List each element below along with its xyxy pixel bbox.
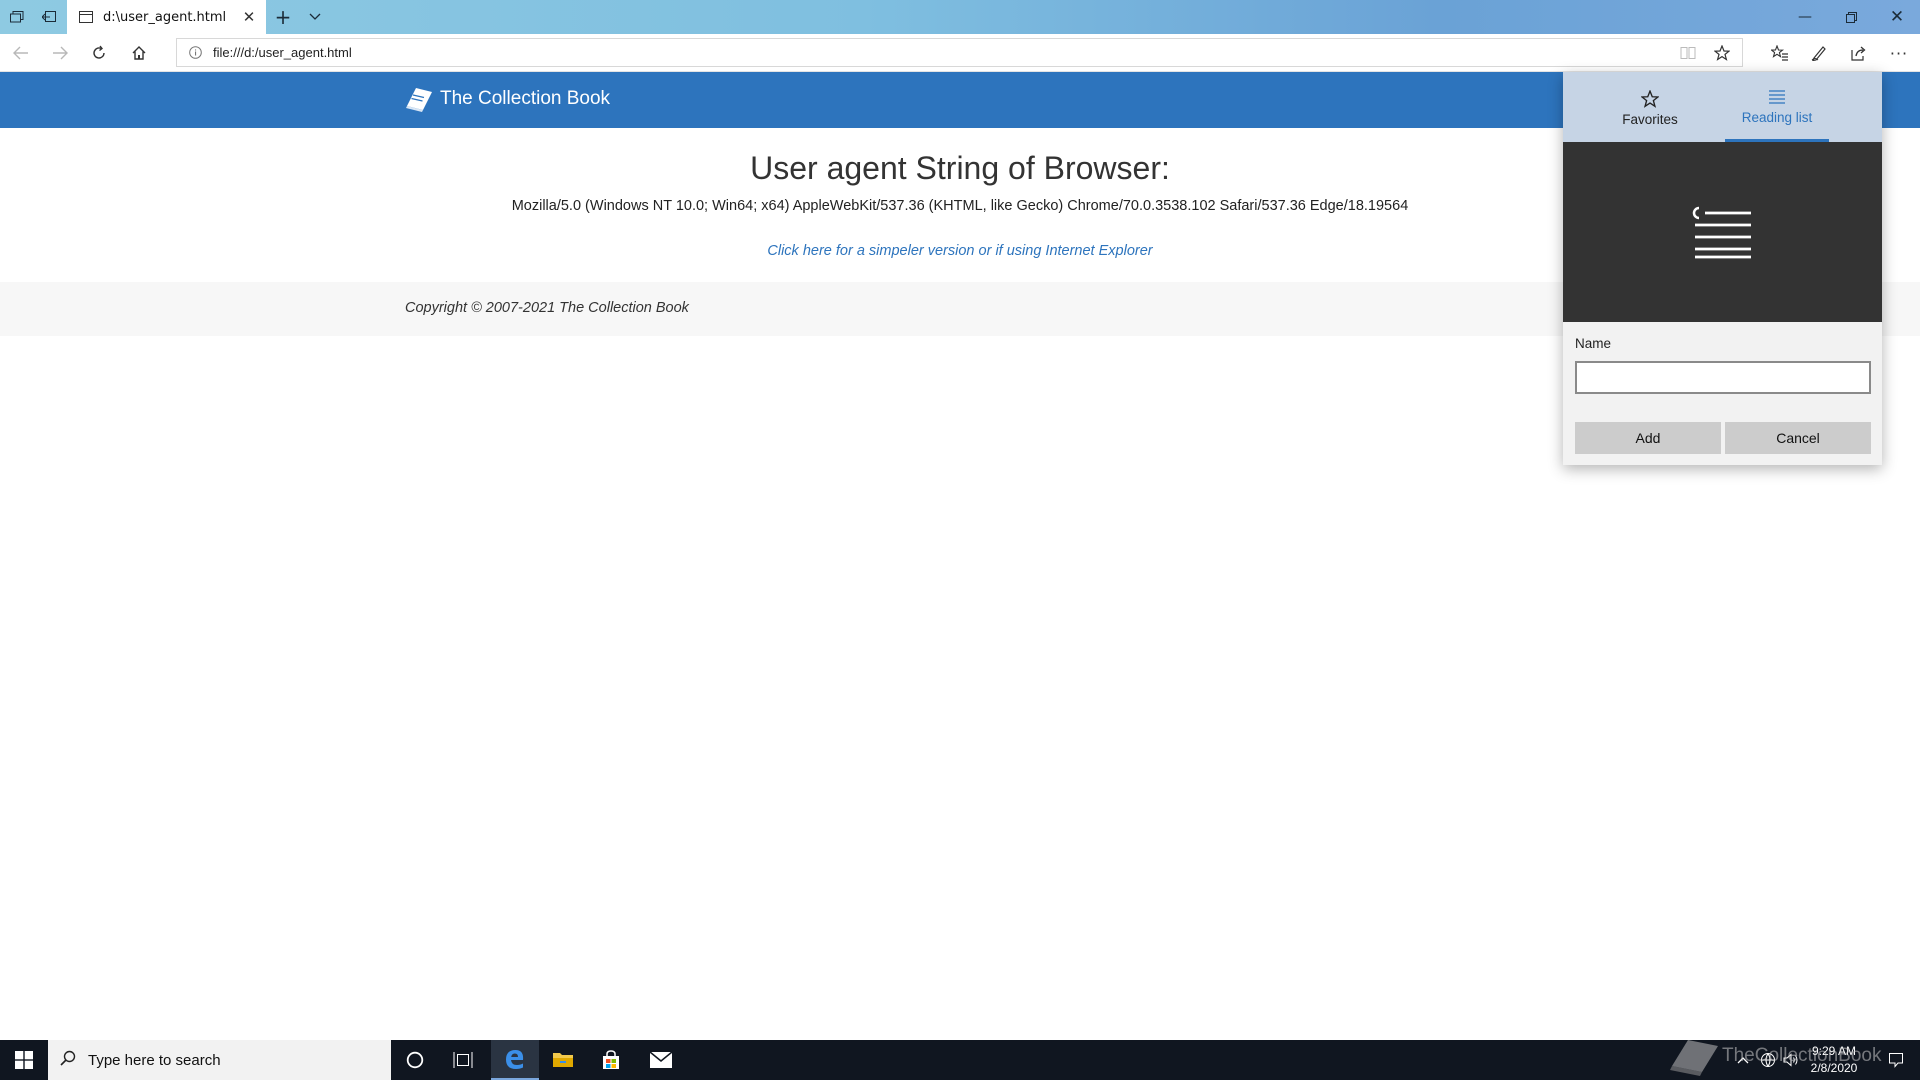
- restore-icon[interactable]: [1828, 0, 1874, 34]
- forward-icon[interactable]: [43, 37, 77, 69]
- tab-reading-list[interactable]: Reading list: [1725, 72, 1829, 142]
- watermark-book-icon: [1670, 1040, 1718, 1076]
- info-icon[interactable]: [177, 46, 213, 59]
- add-button[interactable]: Add: [1575, 422, 1721, 454]
- share-icon[interactable]: [1842, 37, 1876, 69]
- simple-version-link-text[interactable]: Click here for a simpeler version or if …: [767, 243, 1152, 259]
- favorite-star-icon[interactable]: [1706, 39, 1738, 66]
- watermark: TheCollectionBook: [1668, 1036, 1881, 1076]
- new-tab-icon[interactable]: +: [266, 0, 300, 34]
- back-icon[interactable]: [4, 37, 38, 69]
- cancel-button[interactable]: Cancel: [1725, 422, 1871, 454]
- close-icon[interactable]: ✕: [1874, 0, 1920, 34]
- pen-icon[interactable]: [1802, 37, 1836, 69]
- task-view-icon[interactable]: [439, 1040, 487, 1080]
- tab-list-chevron-icon[interactable]: [298, 0, 332, 34]
- browser-tab[interactable]: d:\user_agent.html ✕: [67, 0, 266, 34]
- reading-view-icon[interactable]: [1672, 39, 1704, 66]
- favorites-hub-icon[interactable]: [1763, 37, 1797, 69]
- cortana-icon[interactable]: [391, 1040, 439, 1080]
- copyright-text: Copyright © 2007-2021 The Collection Boo…: [405, 300, 689, 316]
- tab-favorites-label: Favorites: [1622, 111, 1678, 127]
- home-icon[interactable]: [122, 37, 156, 69]
- tab-reading-list-label: Reading list: [1741, 110, 1813, 125]
- minimize-icon[interactable]: —: [1782, 0, 1828, 34]
- start-button[interactable]: [0, 1040, 48, 1080]
- taskbar-search[interactable]: Type here to search: [48, 1040, 391, 1080]
- tab-preview-icon[interactable]: [0, 0, 34, 34]
- tab-close-icon[interactable]: ✕: [240, 8, 258, 26]
- taskbar: Type here to search 9:29 AM 2/8/2020: [0, 1040, 1920, 1080]
- search-placeholder: Type here to search: [88, 1051, 221, 1069]
- address-bar[interactable]: file:///d:/user_agent.html: [176, 38, 1743, 67]
- tab-title: d:\user_agent.html: [103, 9, 227, 25]
- mail-icon[interactable]: [637, 1040, 685, 1080]
- tab-favorites[interactable]: Favorites: [1598, 72, 1702, 142]
- brand-link[interactable]: The Collection Book: [404, 86, 610, 112]
- store-icon[interactable]: [587, 1040, 635, 1080]
- name-label: Name: [1575, 336, 1612, 351]
- book-logo-icon: [406, 88, 432, 112]
- notifications-icon[interactable]: [1878, 1040, 1914, 1080]
- windows-icon: [15, 1051, 33, 1069]
- brand-name: The Collection Book: [440, 88, 611, 109]
- hub-tabs: Favorites Reading list: [1563, 72, 1882, 142]
- edge-icon[interactable]: [491, 1040, 539, 1080]
- reading-list-icon: [1767, 86, 1787, 108]
- file-explorer-icon[interactable]: [539, 1040, 587, 1080]
- set-aside-tabs-icon[interactable]: [32, 0, 66, 34]
- refresh-icon[interactable]: [82, 37, 116, 69]
- search-icon: [60, 1050, 76, 1070]
- address-text: file:///d:/user_agent.html: [213, 45, 352, 60]
- page-icon: [79, 11, 93, 23]
- star-icon: [1641, 88, 1659, 110]
- navigation-bar: file:///d:/user_agent.html ···: [0, 34, 1920, 72]
- hub-flyout: Favorites Reading list Name Add Cancel: [1563, 72, 1882, 465]
- name-input[interactable]: [1575, 361, 1871, 394]
- title-bar: d:\user_agent.html ✕ + — ✕: [0, 0, 1920, 34]
- reading-list-large-icon: [1692, 206, 1751, 259]
- watermark-text: TheCollectionBook: [1722, 1045, 1882, 1066]
- reading-list-preview: [1563, 142, 1882, 322]
- more-icon[interactable]: ···: [1882, 37, 1916, 69]
